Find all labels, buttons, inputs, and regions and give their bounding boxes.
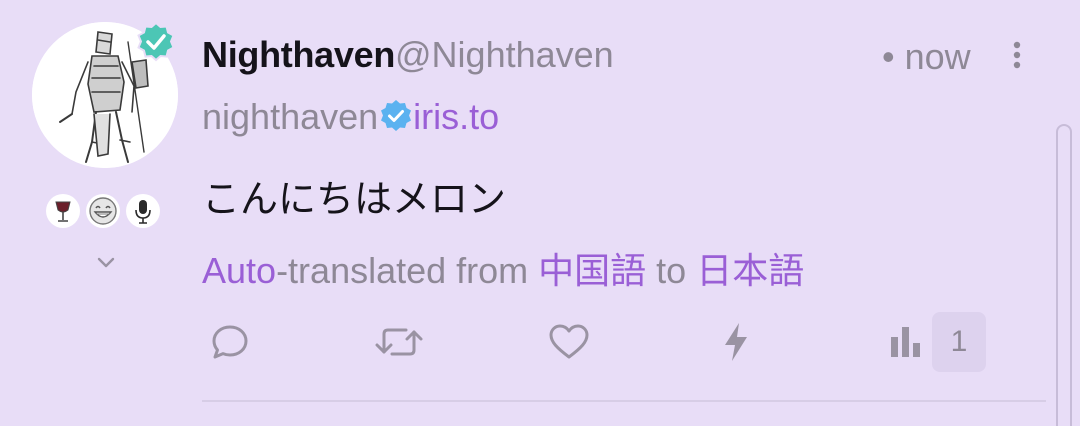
nip05-identifier[interactable]: nighthaven iris.to [202, 96, 499, 140]
microphone-icon[interactable] [126, 194, 160, 228]
translation-notice: Auto-translated from 中国語 to 日本語 [202, 242, 804, 294]
repost-icon[interactable] [372, 310, 426, 374]
zap-icon[interactable] [718, 310, 754, 374]
post-content: こんにちはメロン [202, 177, 507, 221]
reply-icon[interactable] [208, 310, 252, 374]
wine-glass-icon[interactable] [46, 194, 80, 228]
verified-badge-icon [136, 21, 176, 62]
author-handle[interactable]: @Nighthaven [395, 34, 614, 75]
nip05-domain: iris.to [413, 96, 500, 137]
author-display-name[interactable]: Nighthaven [202, 34, 395, 75]
verified-check-icon [379, 99, 413, 133]
post-actions [202, 310, 1002, 374]
more-vertical-icon[interactable] [1006, 40, 1028, 72]
chevron-down-icon[interactable] [92, 252, 120, 272]
heart-icon[interactable] [546, 310, 592, 374]
post-header: Nighthaven@Nighthaven [202, 34, 614, 80]
source-language-link[interactable]: 中国語 [538, 251, 646, 292]
nip05-user: nighthaven [202, 96, 379, 137]
post-divider [202, 400, 1046, 402]
views-count-badge[interactable]: 1 [932, 312, 986, 372]
reaction-avatars [46, 194, 162, 228]
grinning-face-icon[interactable] [86, 194, 120, 228]
target-language-link[interactable]: 日本語 [696, 251, 804, 292]
translation-middle-text: -translated from [276, 250, 539, 291]
scrollbar[interactable] [1056, 124, 1072, 426]
auto-translate-link[interactable]: Auto [202, 250, 276, 291]
translation-to-text: to [646, 250, 697, 291]
post-timestamp: • now [882, 36, 971, 77]
stats-icon[interactable] [886, 310, 926, 374]
